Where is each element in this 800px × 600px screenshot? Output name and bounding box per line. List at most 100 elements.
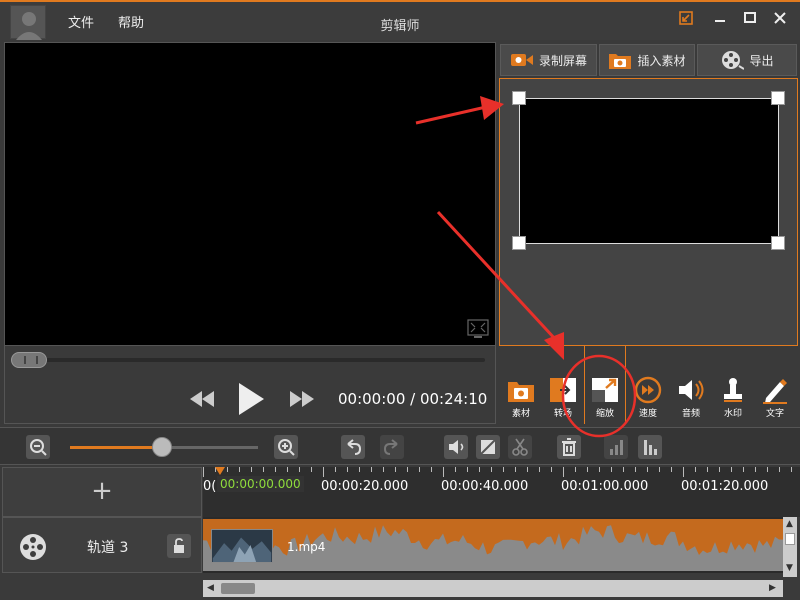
ruler-tick-label: 00:01:20.000: [681, 479, 769, 494]
export-label: 导出: [749, 53, 774, 68]
resize-handle-top-left[interactable]: [512, 91, 526, 105]
speaker-icon: [449, 440, 464, 454]
clip-thumbnail: [211, 529, 273, 563]
vertical-scroll-thumb[interactable]: [785, 533, 795, 545]
track-lock-button[interactable]: [167, 534, 191, 558]
video-preview[interactable]: [4, 42, 496, 346]
restore-down-icon: [679, 11, 693, 25]
camera-record-icon: [510, 54, 533, 66]
bars-ascending-icon: [610, 440, 623, 455]
ruler-tick-label: 00:00:20.000: [321, 479, 409, 494]
pencil-icon: [763, 379, 787, 404]
time-readout: 00:00:00 / 00:24:10: [338, 390, 488, 408]
maximize-icon: [744, 12, 756, 23]
tab-text-label: 文字: [765, 409, 784, 419]
ruler-tick-label-start: 0(: [203, 479, 217, 494]
top-tool-bar: 录制屏幕 插入素材 导出: [499, 42, 798, 77]
film-reel-icon: [20, 534, 46, 560]
resize-handle-top-right[interactable]: [771, 91, 785, 105]
clip-name: 1.mp4: [287, 540, 326, 554]
unlock-icon: [174, 538, 184, 553]
restore-button[interactable]: [676, 8, 696, 28]
fast-forward-icon[interactable]: [289, 390, 315, 408]
zoom-out-icon: [30, 439, 47, 456]
zoom-in-button[interactable]: [274, 435, 298, 459]
ruler-tick-label: 00:00:40.000: [441, 479, 529, 494]
speaker-icon: [679, 380, 704, 400]
tab-speed[interactable]: 速度: [630, 376, 666, 424]
minimize-icon: [715, 20, 725, 22]
tab-audio-label: 音频: [681, 409, 700, 419]
seek-bar[interactable]: [13, 358, 485, 362]
record-screen-button[interactable]: 录制屏幕: [500, 44, 597, 76]
tab-transition-label: 转场: [553, 409, 572, 419]
play-icon[interactable]: [237, 382, 265, 416]
transition-icon: [550, 378, 576, 402]
close-button[interactable]: [770, 8, 790, 28]
add-track-button[interactable]: +: [2, 467, 202, 517]
bars-descending-icon: [644, 440, 657, 455]
minimize-button[interactable]: [710, 8, 730, 28]
zoom-in-icon: [278, 439, 295, 456]
resize-handle-bottom-right[interactable]: [771, 236, 785, 250]
scroll-down-icon[interactable]: ▼: [786, 563, 793, 573]
resize-handle-bottom-left[interactable]: [512, 236, 526, 250]
timeline-toolbar: [0, 427, 800, 465]
cut-button[interactable]: [508, 435, 532, 459]
insert-material-label: 插入素材: [637, 53, 686, 68]
audio-level-button[interactable]: [604, 435, 628, 459]
tab-zoom[interactable]: 缩放: [587, 376, 623, 424]
undo-button[interactable]: [341, 435, 365, 459]
horizontal-scroll-thumb[interactable]: [221, 583, 255, 594]
undo-icon: [347, 439, 362, 455]
tab-material-label: 素材: [511, 409, 530, 419]
tool-tabs: 素材 转场 缩放 速度 音频 水印 文字: [499, 346, 798, 424]
timeline-zoom-handle[interactable]: [152, 437, 173, 457]
zoom-region-rectangle[interactable]: [519, 98, 779, 244]
clip-thumbnail-image: [212, 530, 272, 562]
vertical-scrollbar[interactable]: ▲ ▼: [783, 517, 797, 577]
record-screen-label: 录制屏幕: [538, 53, 587, 68]
tab-watermark[interactable]: 水印: [715, 376, 751, 424]
export-button[interactable]: 导出: [697, 44, 797, 76]
tab-audio[interactable]: 音频: [673, 376, 709, 424]
film-reel-icon: [722, 51, 745, 70]
insert-material-button[interactable]: 插入素材: [599, 44, 695, 76]
folder-camera-icon: [508, 382, 534, 402]
tab-material[interactable]: 素材: [503, 376, 539, 424]
tab-text[interactable]: 文字: [757, 376, 793, 424]
zoom-edit-panel: [499, 78, 798, 346]
speed-icon: [634, 376, 662, 404]
tab-speed-label: 速度: [638, 409, 657, 419]
ruler-tick-label: 00:01:00.000: [561, 479, 649, 494]
scissors-icon: [512, 438, 528, 456]
timeline-zoom-fill: [70, 446, 163, 449]
crop-button[interactable]: [476, 435, 500, 459]
track-header: 轨道 3: [2, 517, 202, 573]
scroll-right-icon[interactable]: ▶: [769, 583, 776, 593]
rewind-icon[interactable]: [189, 390, 215, 408]
scroll-left-icon[interactable]: ◀: [207, 583, 214, 593]
horizontal-scrollbar[interactable]: ◀ ▶: [203, 580, 783, 597]
stamp-icon: [724, 378, 742, 402]
folder-camera-icon: [609, 54, 632, 69]
player-controls: 00:00:00 / 00:24:10: [4, 346, 496, 424]
fullscreen-icon[interactable]: [467, 319, 489, 339]
title-bar: 文件 帮助 剪辑师: [0, 0, 800, 40]
redo-button[interactable]: [380, 435, 404, 459]
volume-button[interactable]: [444, 435, 468, 459]
zoom-out-button[interactable]: [26, 435, 50, 459]
close-icon: [774, 12, 786, 24]
timeline-ruler[interactable]: 0( 00:00:00.000 00:00:20.000 00:00:40.00…: [203, 467, 800, 517]
scroll-up-icon[interactable]: ▲: [786, 519, 793, 529]
audio-mix-button[interactable]: [638, 435, 662, 459]
seek-handle[interactable]: [11, 352, 47, 368]
track-lane: 1.mp4: [203, 517, 783, 573]
tab-watermark-label: 水印: [723, 409, 742, 419]
delete-button[interactable]: [557, 435, 581, 459]
tab-transition[interactable]: 转场: [545, 376, 581, 424]
video-clip[interactable]: 1.mp4: [203, 519, 783, 571]
maximize-button[interactable]: [740, 8, 760, 28]
playhead-time: 00:00:00.000: [217, 476, 304, 492]
tab-zoom-label: 缩放: [595, 409, 614, 419]
